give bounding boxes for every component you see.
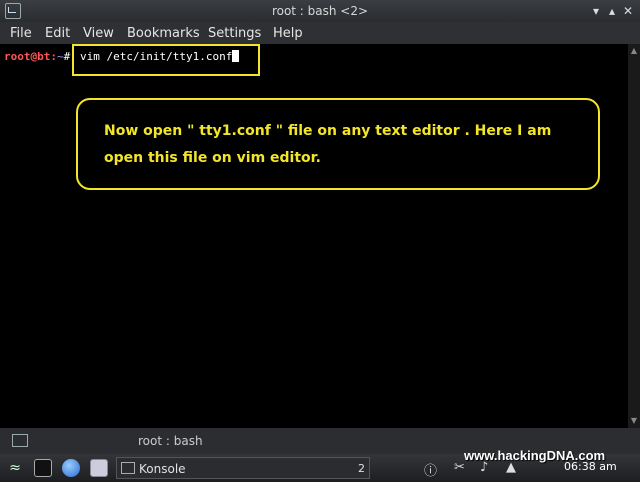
terminal-scrollbar[interactable]: ▲ ▼ <box>628 44 640 428</box>
browser-launcher-icon[interactable] <box>62 459 80 477</box>
watermark: www.hackingDNA.com <box>464 448 606 463</box>
window-title: root : bash <2> <box>271 4 369 18</box>
terminal-launcher-icon[interactable] <box>34 459 52 477</box>
annotation-callout: Now open " tty1.conf " file on any text … <box>76 98 600 190</box>
menu-file[interactable]: File <box>10 26 32 41</box>
file-manager-launcher-icon[interactable] <box>90 459 108 477</box>
window-titlebar[interactable]: root : bash <2> ▾ ▴ ✕ <box>0 0 640 22</box>
menu-settings[interactable]: Settings <box>208 26 261 41</box>
text-cursor <box>232 50 240 62</box>
konsole-task-icon <box>121 462 135 474</box>
new-tab-icon[interactable] <box>12 434 28 447</box>
scroll-down-icon[interactable]: ▼ <box>629 416 639 426</box>
tab-root-bash[interactable]: root : bash <box>138 434 203 448</box>
menu-view[interactable]: View <box>83 26 114 41</box>
terminal-area[interactable]: root@bt:~# vim /etc/init/tty1.conf Now o… <box>0 44 628 428</box>
info-icon[interactable]: ⓘ <box>424 460 437 479</box>
task-label: Konsole <box>139 462 186 476</box>
annotation-text: Now open " tty1.conf " file on any text … <box>104 123 552 166</box>
menu-bar: File Edit View Bookmarks Settings Help <box>0 22 640 44</box>
command-line: vim /etc/init/tty1.conf <box>80 50 240 63</box>
task-count: 2 <box>358 462 365 475</box>
prompt-user: root <box>4 50 31 63</box>
prompt-symbol: # <box>63 50 71 63</box>
kickoff-menu-icon[interactable]: ≈ <box>6 459 24 477</box>
menu-bookmarks[interactable]: Bookmarks <box>127 26 200 41</box>
close-icon[interactable]: ✕ <box>620 3 636 19</box>
shell-prompt: root@bt:~# <box>4 50 70 63</box>
scroll-up-icon[interactable]: ▲ <box>629 46 639 56</box>
minimize-icon[interactable]: ▾ <box>588 3 604 19</box>
maximize-icon[interactable]: ▴ <box>604 3 620 19</box>
prompt-colon: : <box>50 50 57 63</box>
prompt-path: ~ <box>57 50 64 63</box>
menu-edit[interactable]: Edit <box>45 26 70 41</box>
menu-help[interactable]: Help <box>273 26 303 41</box>
task-konsole[interactable]: Konsole 2 <box>116 457 370 479</box>
prompt-host: bt <box>37 50 51 63</box>
command-text: vim /etc/init/tty1.conf <box>80 50 233 63</box>
